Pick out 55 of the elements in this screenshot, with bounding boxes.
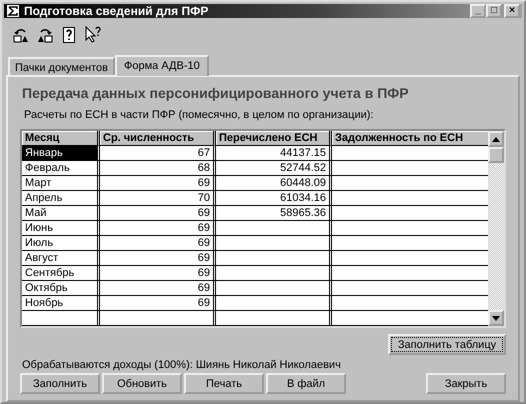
column-header[interactable]: Перечислено ЕСН: [216, 131, 332, 146]
table-cell-text: 69: [196, 251, 211, 265]
table-cell-text: Март: [24, 176, 52, 190]
table-cell-text: 60448.09: [279, 176, 327, 190]
action-button[interactable]: Печать: [184, 373, 264, 394]
redo-icon[interactable]: [36, 26, 54, 44]
action-button[interactable]: Заполнить: [20, 373, 100, 394]
table-cell-text: 44137.15: [279, 146, 327, 160]
table-cell-text: 58965.36: [279, 206, 327, 220]
table-cell-text: 69: [196, 266, 211, 280]
status-text: Обрабатываются доходы (100%): Шиянь Николай Николаевич: [22, 359, 342, 371]
table-cell-text: Май: [24, 206, 48, 220]
table-cell-text: 70: [196, 191, 211, 205]
action-button[interactable]: Обновить: [102, 373, 182, 394]
tab[interactable]: Пачки документов: [8, 57, 116, 75]
column-header[interactable]: Месяц: [22, 131, 100, 146]
table-cell-text: Июль: [24, 236, 54, 250]
minimize-button[interactable]: _: [470, 4, 486, 18]
undo-icon[interactable]: [12, 26, 30, 44]
maximize-button[interactable]: □: [486, 4, 502, 18]
table-cell-text: 69: [196, 236, 211, 250]
table-cell-text: Октябрь: [24, 281, 69, 295]
window-title: Подготовка сведений для ПФР: [24, 4, 208, 18]
table-cell: Январь: [22, 146, 97, 160]
tab[interactable]: Форма АДВ-10: [115, 55, 209, 76]
action-button[interactable]: Закрыть: [426, 373, 506, 394]
table-cell-text: Август: [24, 251, 60, 265]
table-cell-text: Ноябрь: [24, 296, 64, 310]
scroll-thumb[interactable]: [488, 147, 504, 163]
sigma-icon: [6, 4, 20, 18]
action-button[interactable]: В файл: [266, 373, 346, 394]
scrollbar[interactable]: [488, 131, 504, 326]
table-cell-text: Сентябрь: [24, 266, 76, 280]
column-header[interactable]: Задолженность по ЕСН: [332, 131, 488, 146]
form-heading: Передача данных персонифицированного учета в ПФР: [22, 85, 410, 101]
table-cell-text: 69: [196, 206, 211, 220]
scroll-down-icon[interactable]: [488, 310, 504, 326]
table-cell-text: 68: [196, 161, 211, 175]
table-cell-text: 69: [196, 176, 211, 190]
column-header[interactable]: Ср. численность: [100, 131, 216, 146]
fill-table-button[interactable]: Заполнить таблицу: [388, 334, 506, 355]
table-cell-text: 69: [196, 221, 211, 235]
close-button[interactable]: ×: [504, 4, 520, 18]
pointer-help-icon[interactable]: [84, 26, 102, 44]
table-cell-text: 69: [196, 296, 211, 310]
table-cell-text: 52744.52: [279, 161, 327, 175]
table-cell-text: 61034.16: [279, 191, 327, 205]
table-cell-text: Июнь: [24, 221, 54, 235]
scroll-up-icon[interactable]: [488, 131, 504, 147]
table-cell-text: Февраль: [24, 161, 71, 175]
table-cell-text: Апрель: [24, 191, 64, 205]
table-caption: Расчеты по ЕСН в части ПФР (помесячно, в целом по организации):: [24, 109, 374, 121]
table-cell-text: 69: [196, 281, 211, 295]
help-icon[interactable]: [60, 26, 78, 44]
table-cell-text: 67: [196, 146, 211, 160]
